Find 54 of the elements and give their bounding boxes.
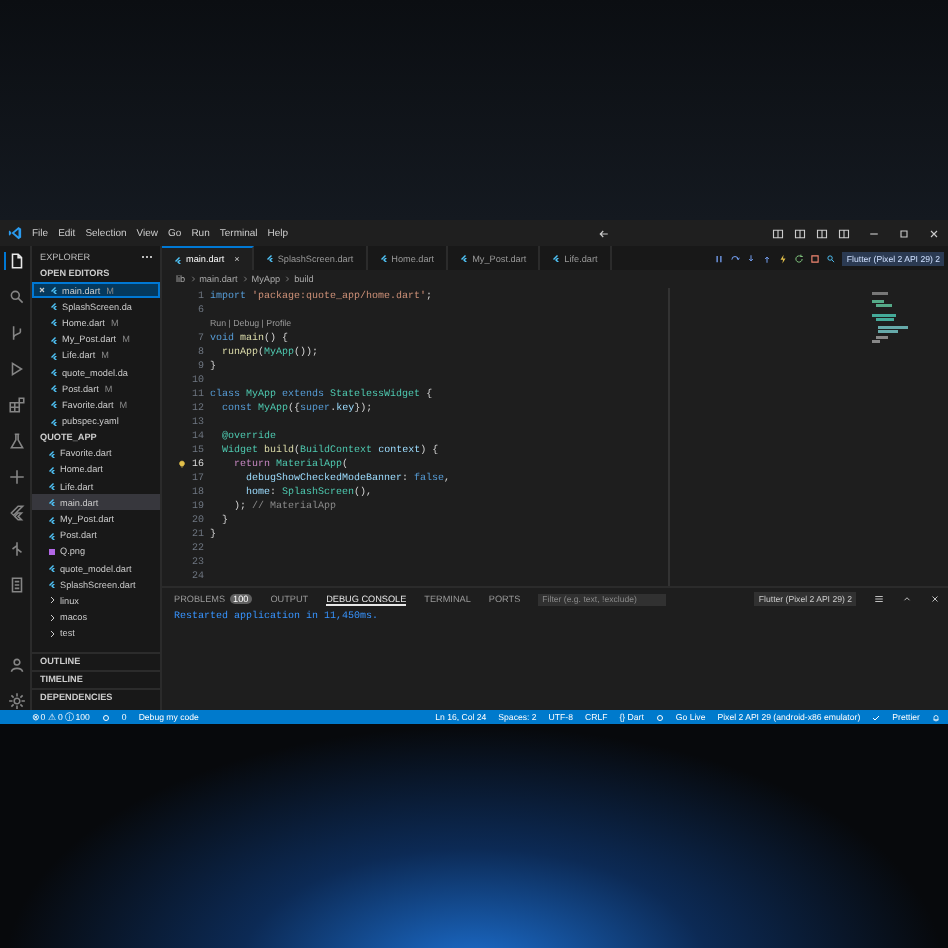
broadcast-icon <box>655 713 664 721</box>
file-icon <box>50 302 58 311</box>
file-icon <box>50 286 58 295</box>
layout-icon[interactable] <box>838 227 850 239</box>
file-icon <box>50 351 58 360</box>
image-icon <box>48 547 56 556</box>
close-icon[interactable] <box>38 286 46 295</box>
back-arrow-icon[interactable] <box>598 227 611 239</box>
restart-icon[interactable] <box>794 253 805 263</box>
extensions-icon[interactable] <box>4 396 26 414</box>
broadcast-icon <box>101 713 110 721</box>
flask-icon[interactable] <box>4 432 26 450</box>
file-icon <box>50 417 58 426</box>
ribbon-logo-icon <box>8 226 22 240</box>
file-icon <box>50 400 58 409</box>
plus-icon[interactable] <box>4 468 26 486</box>
file-icon <box>48 449 56 458</box>
file-icon <box>552 254 561 262</box>
file-icon <box>48 498 56 507</box>
layout-icon[interactable] <box>816 227 828 239</box>
minimap-drawing <box>872 292 908 344</box>
file-icon <box>48 564 56 573</box>
search-icon[interactable] <box>826 253 837 263</box>
layout-icon[interactable] <box>772 227 784 239</box>
file-icon <box>50 368 58 377</box>
file-icon <box>174 255 182 263</box>
file-icon <box>48 482 56 491</box>
file-icon <box>48 531 56 540</box>
step-out-icon[interactable] <box>762 253 773 263</box>
settings-icon[interactable] <box>4 692 26 710</box>
pause-icon[interactable] <box>714 253 725 263</box>
file-icon <box>379 254 388 262</box>
file-icon <box>50 318 58 327</box>
file-icon <box>460 254 469 262</box>
layout-icon[interactable] <box>794 227 806 239</box>
files-icon[interactable] <box>4 252 26 270</box>
step-over-icon[interactable] <box>730 253 741 263</box>
minimize-icon[interactable] <box>868 227 880 239</box>
lightbulb-icon[interactable] <box>177 459 186 467</box>
lightning-icon[interactable] <box>778 253 789 263</box>
maximize-icon[interactable] <box>898 227 910 239</box>
file-icon <box>50 384 58 393</box>
chevron-up-icon[interactable] <box>902 594 912 604</box>
list-icon[interactable] <box>874 594 884 604</box>
file-icon <box>50 335 58 344</box>
file-icon <box>48 465 56 474</box>
close-icon[interactable] <box>930 594 940 604</box>
step-into-icon[interactable] <box>746 253 757 263</box>
file-icon <box>48 580 56 589</box>
file-icon <box>265 254 274 262</box>
bell-icon[interactable] <box>932 713 940 721</box>
file-icon <box>48 515 56 524</box>
stop-icon[interactable] <box>810 253 821 263</box>
close-icon[interactable] <box>928 227 940 239</box>
